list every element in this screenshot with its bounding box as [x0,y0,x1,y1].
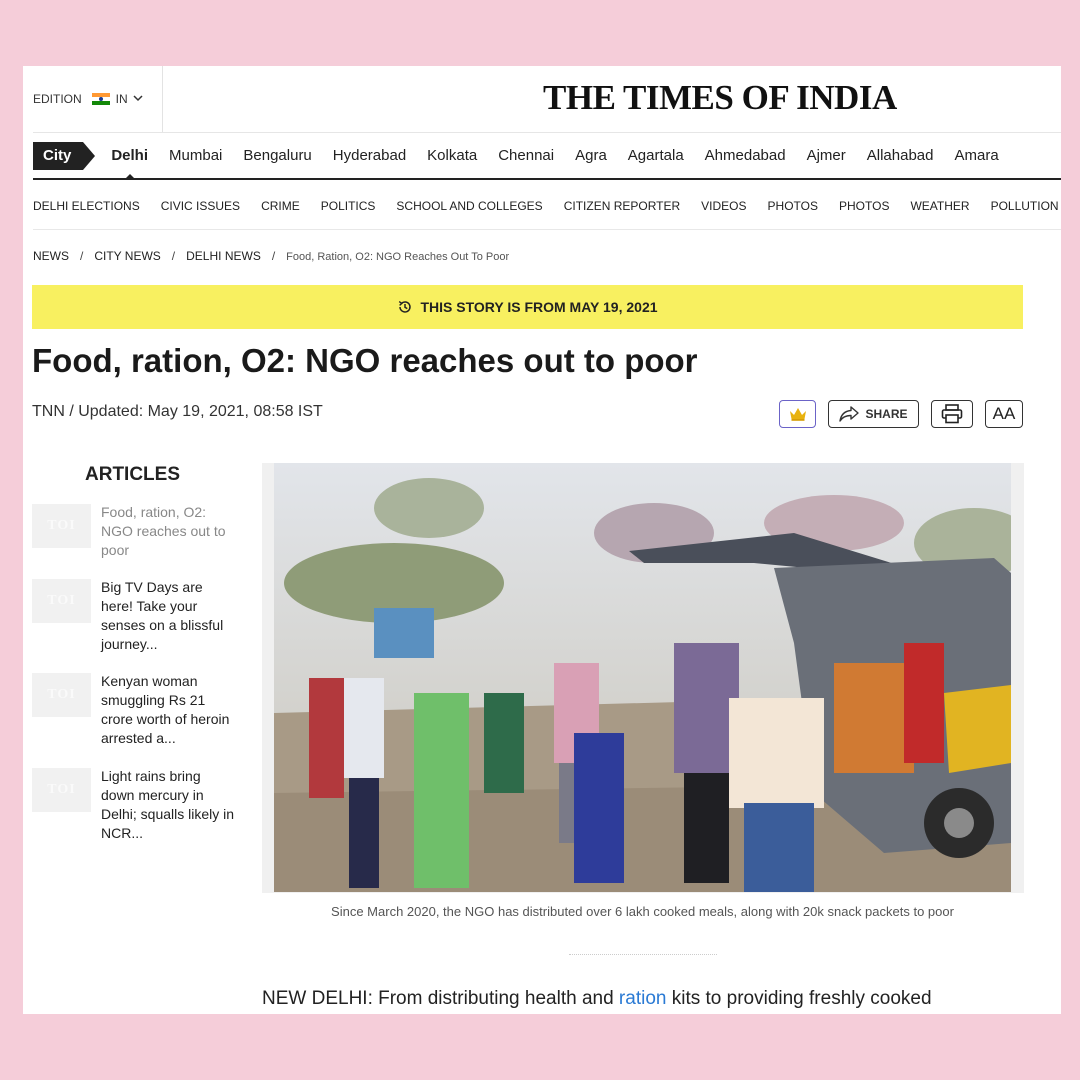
site-logo[interactable]: THE TIMES OF INDIA [543,78,897,118]
sidebar-article-title: Kenyan woman smuggling Rs 21 crore worth… [101,673,230,746]
share-button[interactable]: SHARE [828,400,919,428]
article-thumbnail: TOI [32,579,91,623]
article-page: EDITION IN THE TIMES OF INDIA City Delhi… [23,66,1061,1014]
edition-selector[interactable]: EDITION IN [23,66,163,132]
section-nav-item[interactable]: CIVIC ISSUES [161,199,240,213]
section-nav-item[interactable]: POLLUTION [991,199,1059,213]
breadcrumb-link[interactable]: NEWS [33,249,69,263]
article-thumbnail: TOI [32,768,91,812]
sidebar-article-title: Light rains bring down mercury in Delhi;… [101,768,235,841]
site-header: EDITION IN THE TIMES OF INDIA [23,66,1061,132]
article-thumbnail: TOI [32,504,91,548]
sidebar-article-title: Food, ration, O2: NGO reaches out to poo… [101,504,226,558]
premium-button[interactable] [779,400,816,428]
breadcrumb-separator: / [271,249,276,263]
city-nav-item[interactable]: Agra [575,147,607,164]
article-byline: TNN / Updated: May 19, 2021, 08:58 IST [32,403,323,420]
city-nav: City Delhi Mumbai Bengaluru Hyderabad Ko… [33,132,1061,180]
breadcrumb-separator: / [80,249,84,263]
section-nav: DELHI ELECTIONS CIVIC ISSUES CRIME POLIT… [33,182,1061,230]
share-icon [839,406,860,422]
crown-icon [789,408,806,421]
breadcrumb-separator: / [171,249,176,263]
city-nav-item[interactable]: Chennai [498,147,554,164]
chevron-down-icon [133,94,143,105]
body-text: kits to providing freshly cooked [666,988,932,1009]
share-label: SHARE [865,407,908,421]
section-nav-item[interactable]: PHOTOS [768,199,818,213]
section-nav-item[interactable]: VIDEOS [701,199,746,213]
article-thumbnail: TOI [32,673,91,717]
section-nav-item[interactable]: POLITICS [321,199,376,213]
section-nav-item[interactable]: WEATHER [910,199,969,213]
article-body: NEW DELHI: From distributing health and … [262,988,932,1010]
breadcrumb-current: Food, Ration, O2: NGO Reaches Out To Poo… [286,251,510,263]
city-nav-item[interactable]: Mumbai [169,147,222,164]
story-date-banner: THIS STORY IS FROM MAY 19, 2021 [32,285,1023,329]
city-nav-item[interactable]: Agartala [628,147,684,164]
city-nav-item[interactable]: Amara [954,147,998,164]
body-link-ration[interactable]: ration [619,988,667,1009]
edition-label: EDITION [33,92,82,106]
article-photo[interactable] [274,463,1011,892]
city-nav-item[interactable]: Kolkata [427,147,477,164]
sidebar-title: ARTICLES [85,464,180,485]
article-headline: Food, ration, O2: NGO reaches out to poo… [32,342,698,379]
section-nav-item[interactable]: CRIME [261,199,300,213]
banner-text: THIS STORY IS FROM MAY 19, 2021 [420,299,658,315]
city-nav-pill[interactable]: City [33,141,96,170]
city-nav-item[interactable]: Ahmedabad [705,147,786,164]
city-nav-item[interactable]: Hyderabad [333,147,406,164]
breadcrumb-link[interactable]: CITY NEWS [94,249,160,263]
photo-caption: Since March 2020, the NGO has distribute… [331,904,954,919]
edition-value: IN [115,92,128,106]
city-nav-item[interactable]: Ajmer [807,147,846,164]
section-nav-item[interactable]: CITIZEN REPORTER [564,199,680,213]
body-text: NEW DELHI: From distributing health and [262,988,619,1009]
clock-history-icon [399,301,412,313]
city-nav-item[interactable]: Delhi [111,147,148,178]
breadcrumb: NEWS / CITY NEWS / DELHI NEWS / Food, Ration, … [33,249,509,263]
section-nav-item[interactable]: SCHOOL AND COLLEGES [396,199,542,213]
font-size-button[interactable]: AA [985,400,1023,428]
print-icon [941,404,963,424]
section-nav-item[interactable]: PHOTOS [839,199,889,213]
sidebar-article-title: Big TV Days are here! Take your senses o… [101,579,224,652]
breadcrumb-link[interactable]: DELHI NEWS [186,249,261,263]
caption-divider [569,954,717,955]
section-nav-item[interactable]: DELHI ELECTIONS [33,199,140,213]
india-flag-icon [91,93,110,105]
print-button[interactable] [931,400,973,428]
city-nav-item[interactable]: Allahabad [867,147,934,164]
city-nav-item[interactable]: Bengaluru [243,147,311,164]
